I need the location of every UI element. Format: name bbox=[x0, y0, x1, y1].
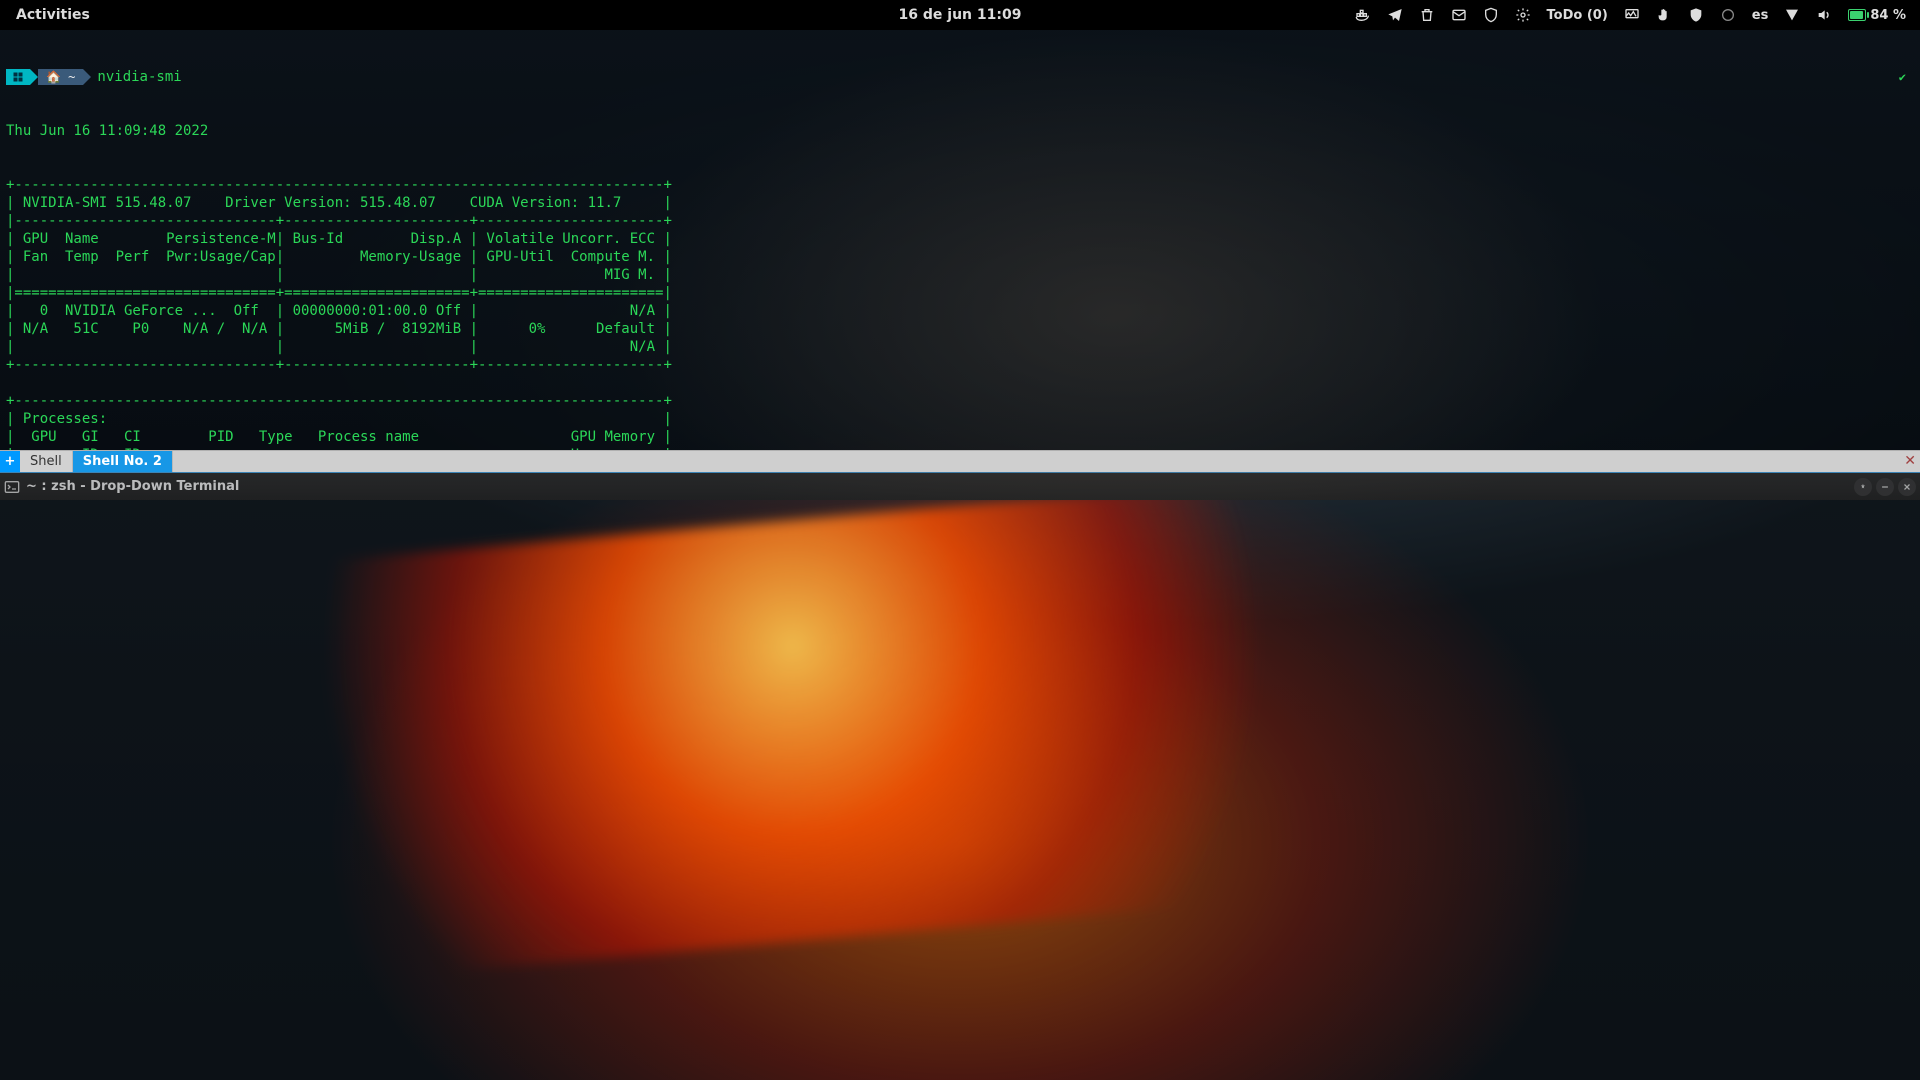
volume-icon[interactable] bbox=[1816, 7, 1832, 23]
nvidia-smi-output: +---------------------------------------… bbox=[6, 176, 1920, 450]
command-timestamp: Thu Jun 16 11:09:48 2022 bbox=[6, 122, 1920, 140]
battery-indicator[interactable]: 84 % bbox=[1848, 8, 1906, 23]
clock-button[interactable]: 16 de jun 11:09 bbox=[899, 7, 1022, 23]
shield-icon[interactable] bbox=[1483, 7, 1499, 23]
dropdown-terminal-window: 🏠 ~ nvidia-smi ✔ Thu Jun 16 11:09:48 202… bbox=[0, 30, 1920, 500]
tab-close-button[interactable]: ✕ bbox=[1904, 453, 1916, 469]
docker-icon[interactable] bbox=[1355, 7, 1371, 23]
trash-icon[interactable] bbox=[1419, 7, 1435, 23]
circle-indicator-icon[interactable] bbox=[1720, 7, 1736, 23]
prompt-os-segment bbox=[6, 69, 30, 85]
privacy-shield-icon[interactable] bbox=[1688, 7, 1704, 23]
tab-shell-1[interactable]: Shell bbox=[20, 451, 73, 472]
monitor-icon[interactable] bbox=[1624, 7, 1640, 23]
new-tab-button[interactable]: + bbox=[0, 451, 20, 472]
telegram-icon[interactable] bbox=[1387, 7, 1403, 23]
terminal-pane[interactable]: 🏠 ~ nvidia-smi ✔ Thu Jun 16 11:09:48 202… bbox=[0, 30, 1920, 450]
hand-icon[interactable] bbox=[1656, 7, 1672, 23]
window-title: ~ : zsh - Drop-Down Terminal bbox=[26, 479, 239, 494]
gnome-top-bar: Activities 16 de jun 11:09 ToDo (0) es 8… bbox=[0, 0, 1920, 30]
terminal-tab-bar: + Shell Shell No. 2 ✕ bbox=[0, 450, 1920, 472]
minimize-button[interactable] bbox=[1876, 478, 1894, 496]
prompt-path-segment: 🏠 ~ bbox=[38, 69, 83, 85]
close-button[interactable] bbox=[1898, 478, 1916, 496]
todo-indicator[interactable]: ToDo (0) bbox=[1547, 8, 1608, 23]
settings-gear-icon[interactable] bbox=[1515, 7, 1531, 23]
battery-percentage: 84 % bbox=[1870, 8, 1906, 23]
prompt-status-icon: ✔ bbox=[1899, 68, 1906, 86]
mail-icon[interactable] bbox=[1451, 7, 1467, 23]
tab-shell-2[interactable]: Shell No. 2 bbox=[73, 451, 173, 472]
activities-button[interactable]: Activities bbox=[6, 7, 100, 23]
terminal-title-bar: ~ : zsh - Drop-Down Terminal bbox=[0, 472, 1920, 500]
keyboard-layout-indicator[interactable]: es bbox=[1752, 8, 1769, 23]
terminal-app-icon bbox=[4, 479, 20, 495]
network-icon[interactable] bbox=[1784, 7, 1800, 23]
battery-icon bbox=[1848, 9, 1866, 21]
system-tray: ToDo (0) es 84 % bbox=[1355, 7, 1914, 23]
pin-button[interactable] bbox=[1854, 478, 1872, 496]
command-text: nvidia-smi bbox=[97, 68, 181, 86]
